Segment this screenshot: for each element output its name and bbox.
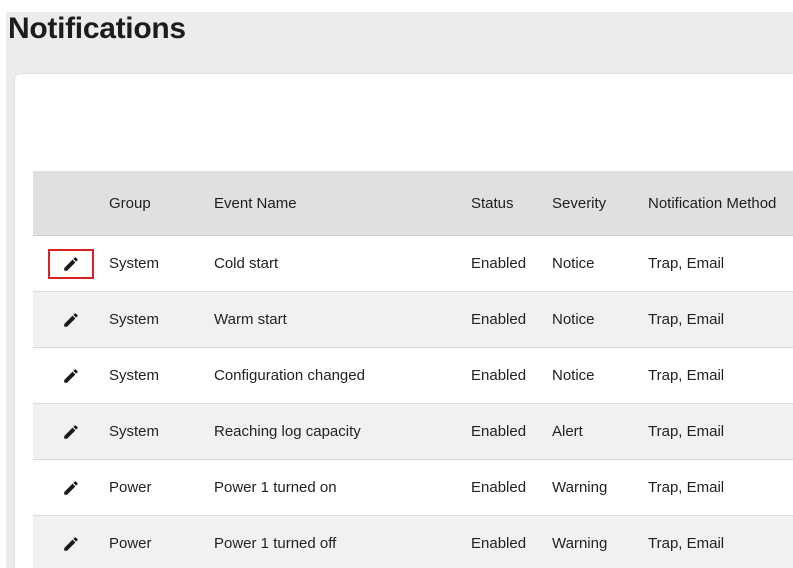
edit-cell [47,404,95,459]
notifications-table: Group Event Name Status Severity Notific… [33,171,793,568]
edit-button[interactable] [48,361,94,391]
cell-notification-method: Trap, Email [648,367,725,384]
column-header-severity[interactable]: Severity [552,171,606,235]
cell-event-name: Power 1 turned off [214,535,337,552]
pencil-icon [62,255,80,273]
cell-status: Enabled [471,367,527,384]
table-row: Power Power 1 turned off Enabled Warning… [33,516,793,568]
edit-button[interactable] [48,473,94,503]
cell-notification-method: Trap, Email [648,311,725,328]
column-header-event-name[interactable]: Event Name [214,171,297,235]
pencil-icon [62,311,80,329]
table-row: System Reaching log capacity Enabled Ale… [33,404,793,460]
table-row: System Warm start Enabled Notice Trap, E… [33,292,793,348]
edit-cell [47,236,95,291]
page-title: Notifications [8,12,186,45]
cell-status: Enabled [471,423,527,440]
cell-group: Power [109,535,152,552]
pencil-icon [62,479,80,497]
notifications-page: Notifications Group Event Name Status Se… [0,0,793,568]
table-row: System Configuration changed Enabled Not… [33,348,793,404]
column-header-status[interactable]: Status [471,171,514,235]
cell-notification-method: Trap, Email [648,423,725,440]
cell-notification-method: Trap, Email [648,479,725,496]
cell-severity: Notice [552,367,595,384]
edit-cell [47,292,95,347]
pencil-icon [62,535,80,553]
table-row: Power Power 1 turned on Enabled Warning … [33,460,793,516]
edit-button[interactable] [48,417,94,447]
pencil-icon [62,423,80,441]
cell-event-name: Power 1 turned on [214,479,337,496]
cell-event-name: Reaching log capacity [214,423,361,440]
cell-status: Enabled [471,255,527,272]
edit-cell [47,348,95,403]
cell-status: Enabled [471,535,527,552]
cell-notification-method: Trap, Email [648,255,725,272]
cell-severity: Notice [552,255,595,272]
column-header-group[interactable]: Group [109,171,151,235]
cell-severity: Warning [552,535,608,552]
cell-severity: Warning [552,479,608,496]
cell-group: Power [109,479,152,496]
cell-event-name: Configuration changed [214,367,365,384]
table-header-row: Group Event Name Status Severity Notific… [33,171,793,236]
cell-severity: Notice [552,311,595,328]
edit-cell [47,516,95,568]
cell-group: System [109,311,160,328]
cell-group: System [109,423,160,440]
cell-group: System [109,255,160,272]
cell-event-name: Warm start [214,311,287,328]
column-header-notification-method[interactable]: Notification Method [648,171,776,235]
cell-severity: Alert [552,423,583,440]
edit-button[interactable] [48,529,94,559]
edit-button[interactable] [48,248,94,279]
cell-group: System [109,367,160,384]
cell-status: Enabled [471,479,527,496]
cell-status: Enabled [471,311,527,328]
cell-event-name: Cold start [214,255,279,272]
edit-cell [47,460,95,515]
edit-button[interactable] [48,305,94,335]
cell-notification-method: Trap, Email [648,535,725,552]
table-row: System Cold start Enabled Notice Trap, E… [33,236,793,292]
pencil-icon [62,367,80,385]
